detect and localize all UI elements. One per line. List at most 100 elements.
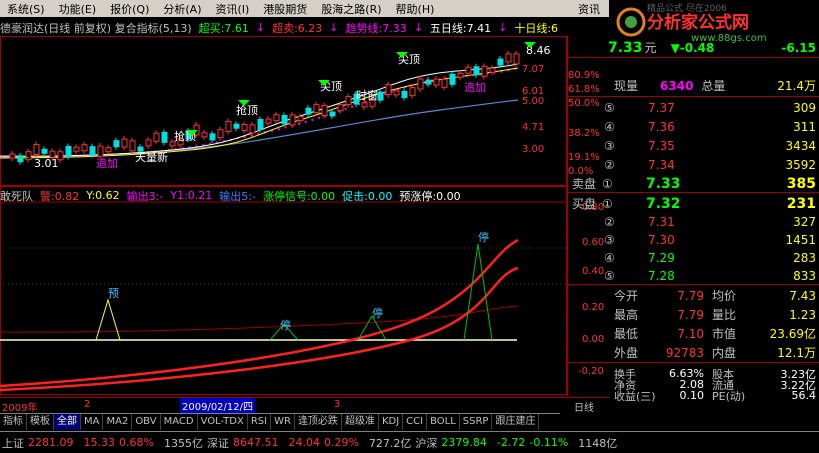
price-unit: 元 <box>644 41 657 55</box>
tab-14[interactable]: BOLL <box>427 414 460 430</box>
trend-dotted-line <box>0 67 519 158</box>
tab-5[interactable]: OBV <box>132 414 161 430</box>
hs-label[interactable]: 沪深 <box>415 435 437 451</box>
hs-pct: -0.11% <box>529 436 569 449</box>
total-vol-label: 总量 <box>701 79 726 93</box>
tab-15[interactable]: SSRP <box>460 414 493 430</box>
chart-area[interactable]: ← 3.01 追加 天量新 抢顶 抢顶 尖顶 尖顶 时窗 追加 8.46 预 停… <box>0 36 567 396</box>
ask-row: ④ 7.36 311 <box>568 117 819 136</box>
candle-body <box>481 65 488 77</box>
tab-1[interactable]: 模板 <box>27 414 54 430</box>
menu-hk-futures[interactable]: 港股期货 <box>256 1 314 17</box>
ask-level: ② <box>604 157 615 172</box>
candle-body <box>401 91 408 99</box>
tab-8[interactable]: RSI <box>248 414 272 430</box>
bid-volume: 327 <box>793 214 816 229</box>
candle-body <box>433 78 440 86</box>
sh-value: 2281.09 <box>28 436 74 449</box>
alert-value: 警:0.82 <box>40 189 80 203</box>
candle-body <box>33 144 40 156</box>
stop-label-3: 停 <box>478 230 489 244</box>
candle-body <box>449 73 456 85</box>
ask-price: 7.35 <box>648 138 675 153</box>
tab-6[interactable]: MACD <box>161 414 198 430</box>
stat-label-2: 内盘 <box>712 346 737 360</box>
spike-stop-3 <box>463 243 493 341</box>
sz-label[interactable]: 深证 <box>207 435 229 451</box>
window-label: 时窗 <box>356 88 378 102</box>
ask-level: ④ <box>604 119 615 134</box>
stat-row: 今开 7.79 均价 7.43 <box>568 286 819 305</box>
bid-level: ② <box>604 214 615 229</box>
date-year: 2009年 <box>2 403 38 414</box>
stat-label-2: 市值 <box>712 327 737 341</box>
sh-label[interactable]: 上证 <box>2 435 24 451</box>
pre-label: 预 <box>108 287 119 300</box>
candle-body <box>121 138 128 148</box>
ask-price: 7.34 <box>648 157 675 172</box>
tab-4[interactable]: MA2 <box>103 414 133 430</box>
spike-pre <box>95 298 121 341</box>
tab-16[interactable]: 跟庄建庄 <box>492 414 540 430</box>
tab-11[interactable]: 超级准 <box>342 414 379 430</box>
ma5-label: 五日线:7.41 <box>429 21 492 35</box>
stat-value-1: 7.79 <box>677 307 704 322</box>
candle-body <box>225 120 232 132</box>
price-tick-4: 3.00 <box>522 144 545 155</box>
ask-volume: 311 <box>793 119 816 134</box>
tab-9[interactable]: WR <box>271 414 295 430</box>
tab-13[interactable]: CCI <box>403 414 428 430</box>
menu-analysis[interactable]: 分析(A) <box>156 1 208 17</box>
candle-body <box>161 131 168 143</box>
stock-name-title: 德豪润达(日线 前复权) 复合指标(5,13) <box>0 21 192 35</box>
candle-body <box>361 102 368 108</box>
stat-row: 最高 7.79 量比 1.23 <box>568 305 819 324</box>
price-row: 7.33 元 ▼-0.48 -6.15 <box>568 38 819 57</box>
candle-body <box>73 146 80 152</box>
tab-3[interactable]: MA <box>81 414 104 430</box>
sz-change: 24.04 <box>288 436 320 449</box>
menu-function[interactable]: 功能(E) <box>52 1 104 17</box>
menu-info-right[interactable]: 资讯 <box>571 1 607 17</box>
candle-body <box>513 53 520 65</box>
ask-row: ③ 7.35 3434 <box>568 136 819 155</box>
watermark-title: 分析家公式网 <box>647 12 749 33</box>
stat-row: 外盘 92783 内盘 12.1万 <box>568 343 819 362</box>
trendline-label: 趋势线:7.33 <box>345 21 407 35</box>
low-price-label: 3.01 <box>34 157 59 170</box>
ask-row: 卖盘 ① 7.33 385 <box>568 174 819 193</box>
out5-value: 输出5:- <box>219 189 256 203</box>
menu-help[interactable]: 帮助(H) <box>389 1 442 17</box>
bid-volume: 833 <box>793 268 816 283</box>
tab-12[interactable]: KDJ <box>379 414 404 430</box>
cursor-date[interactable]: 2009/02/12/四 <box>180 398 256 413</box>
current-price: 7.33 <box>608 39 643 56</box>
ask-level: ① <box>602 176 613 191</box>
stop-label-2: 停 <box>372 306 383 320</box>
menu-system[interactable]: 系统(S) <box>0 1 52 17</box>
ask-price: 7.33 <box>646 175 681 192</box>
tab-2[interactable]: 全部 <box>54 414 81 430</box>
menu-road[interactable]: 股海之路(R) <box>314 1 388 17</box>
menu-info[interactable]: 资讯(I) <box>208 1 256 17</box>
menu-quote[interactable]: 报价(Q) <box>103 1 156 17</box>
tab-7[interactable]: VOL-TDX <box>198 414 248 430</box>
price-change-pct: -6.15 <box>781 40 816 55</box>
bid-row: ③ 7.30 1451 <box>568 230 819 249</box>
tab-10[interactable]: 逢顶必跌 <box>295 414 342 430</box>
overbuy-label: 超买:7.61 <box>198 21 249 35</box>
bid-volume: 283 <box>793 250 816 265</box>
out3-value: 输出3:- <box>126 189 164 203</box>
bid-price: 7.30 <box>648 232 675 247</box>
fund-label-2: PE(动) <box>712 389 746 403</box>
ask-volume: 3592 <box>785 157 816 172</box>
candle-body <box>457 72 464 78</box>
candle-body <box>377 91 384 101</box>
ask-volume: 385 <box>786 175 816 192</box>
svg-text:←: ← <box>20 151 29 164</box>
candle-body <box>209 133 216 141</box>
bid-level: ④ <box>604 250 615 265</box>
candle-body <box>145 139 152 147</box>
tab-0[interactable]: 指标 <box>0 414 27 430</box>
candle-body <box>201 132 208 138</box>
